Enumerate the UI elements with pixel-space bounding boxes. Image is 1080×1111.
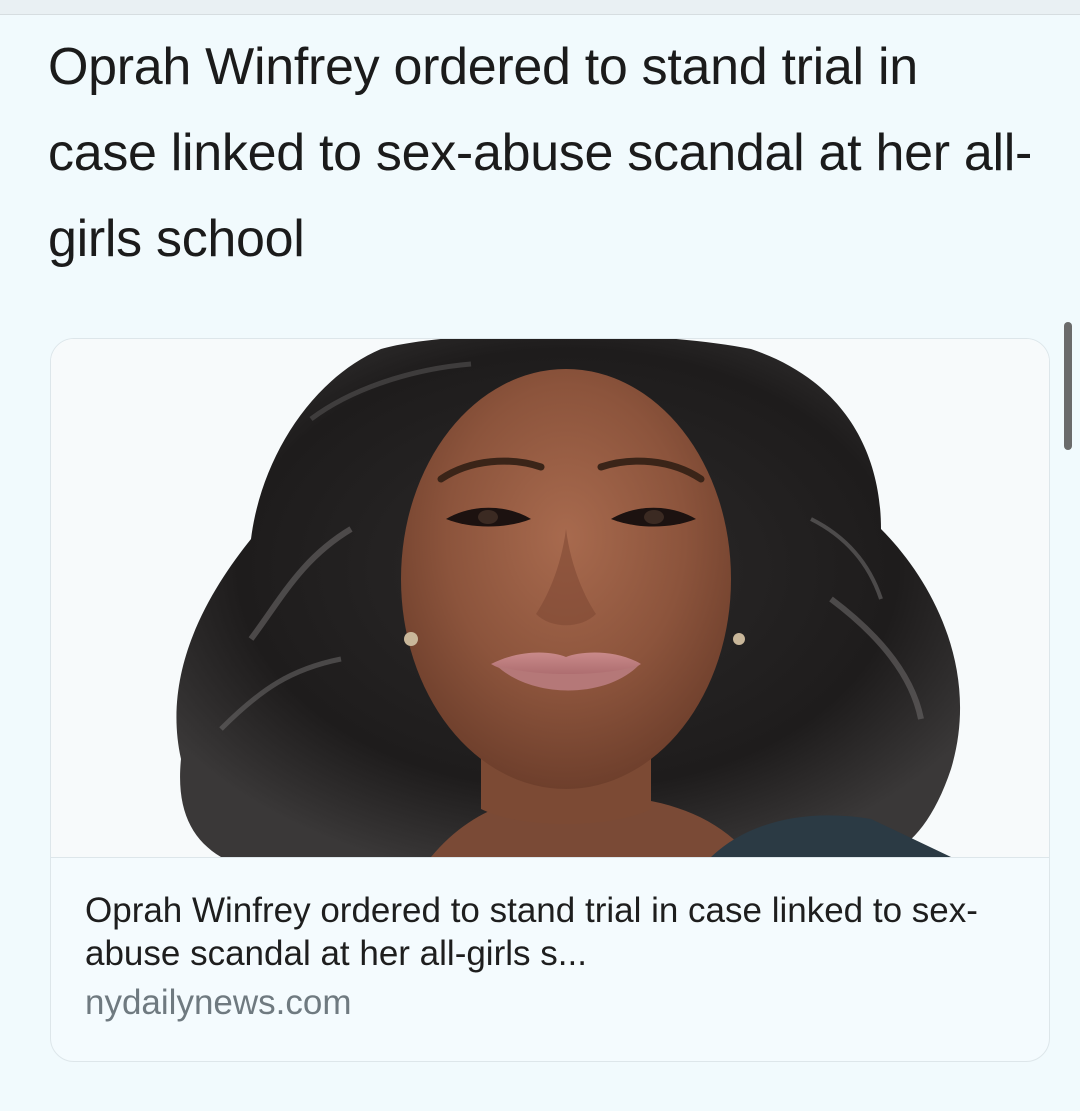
link-preview-card[interactable]: Oprah Winfrey ordered to stand trial in … — [50, 338, 1050, 1062]
portrait-photo-icon — [51, 339, 1049, 857]
top-divider — [0, 0, 1080, 15]
scrollbar-thumb[interactable] — [1064, 322, 1072, 450]
link-preview-domain[interactable]: nydailynews.com — [85, 981, 1015, 1024]
link-preview-image[interactable] — [51, 339, 1049, 858]
link-preview-text: Oprah Winfrey ordered to stand trial in … — [85, 889, 1015, 1024]
link-preview-title[interactable]: Oprah Winfrey ordered to stand trial in … — [85, 889, 1015, 975]
post-headline: Oprah Winfrey ordered to stand trial in … — [48, 38, 1033, 268]
